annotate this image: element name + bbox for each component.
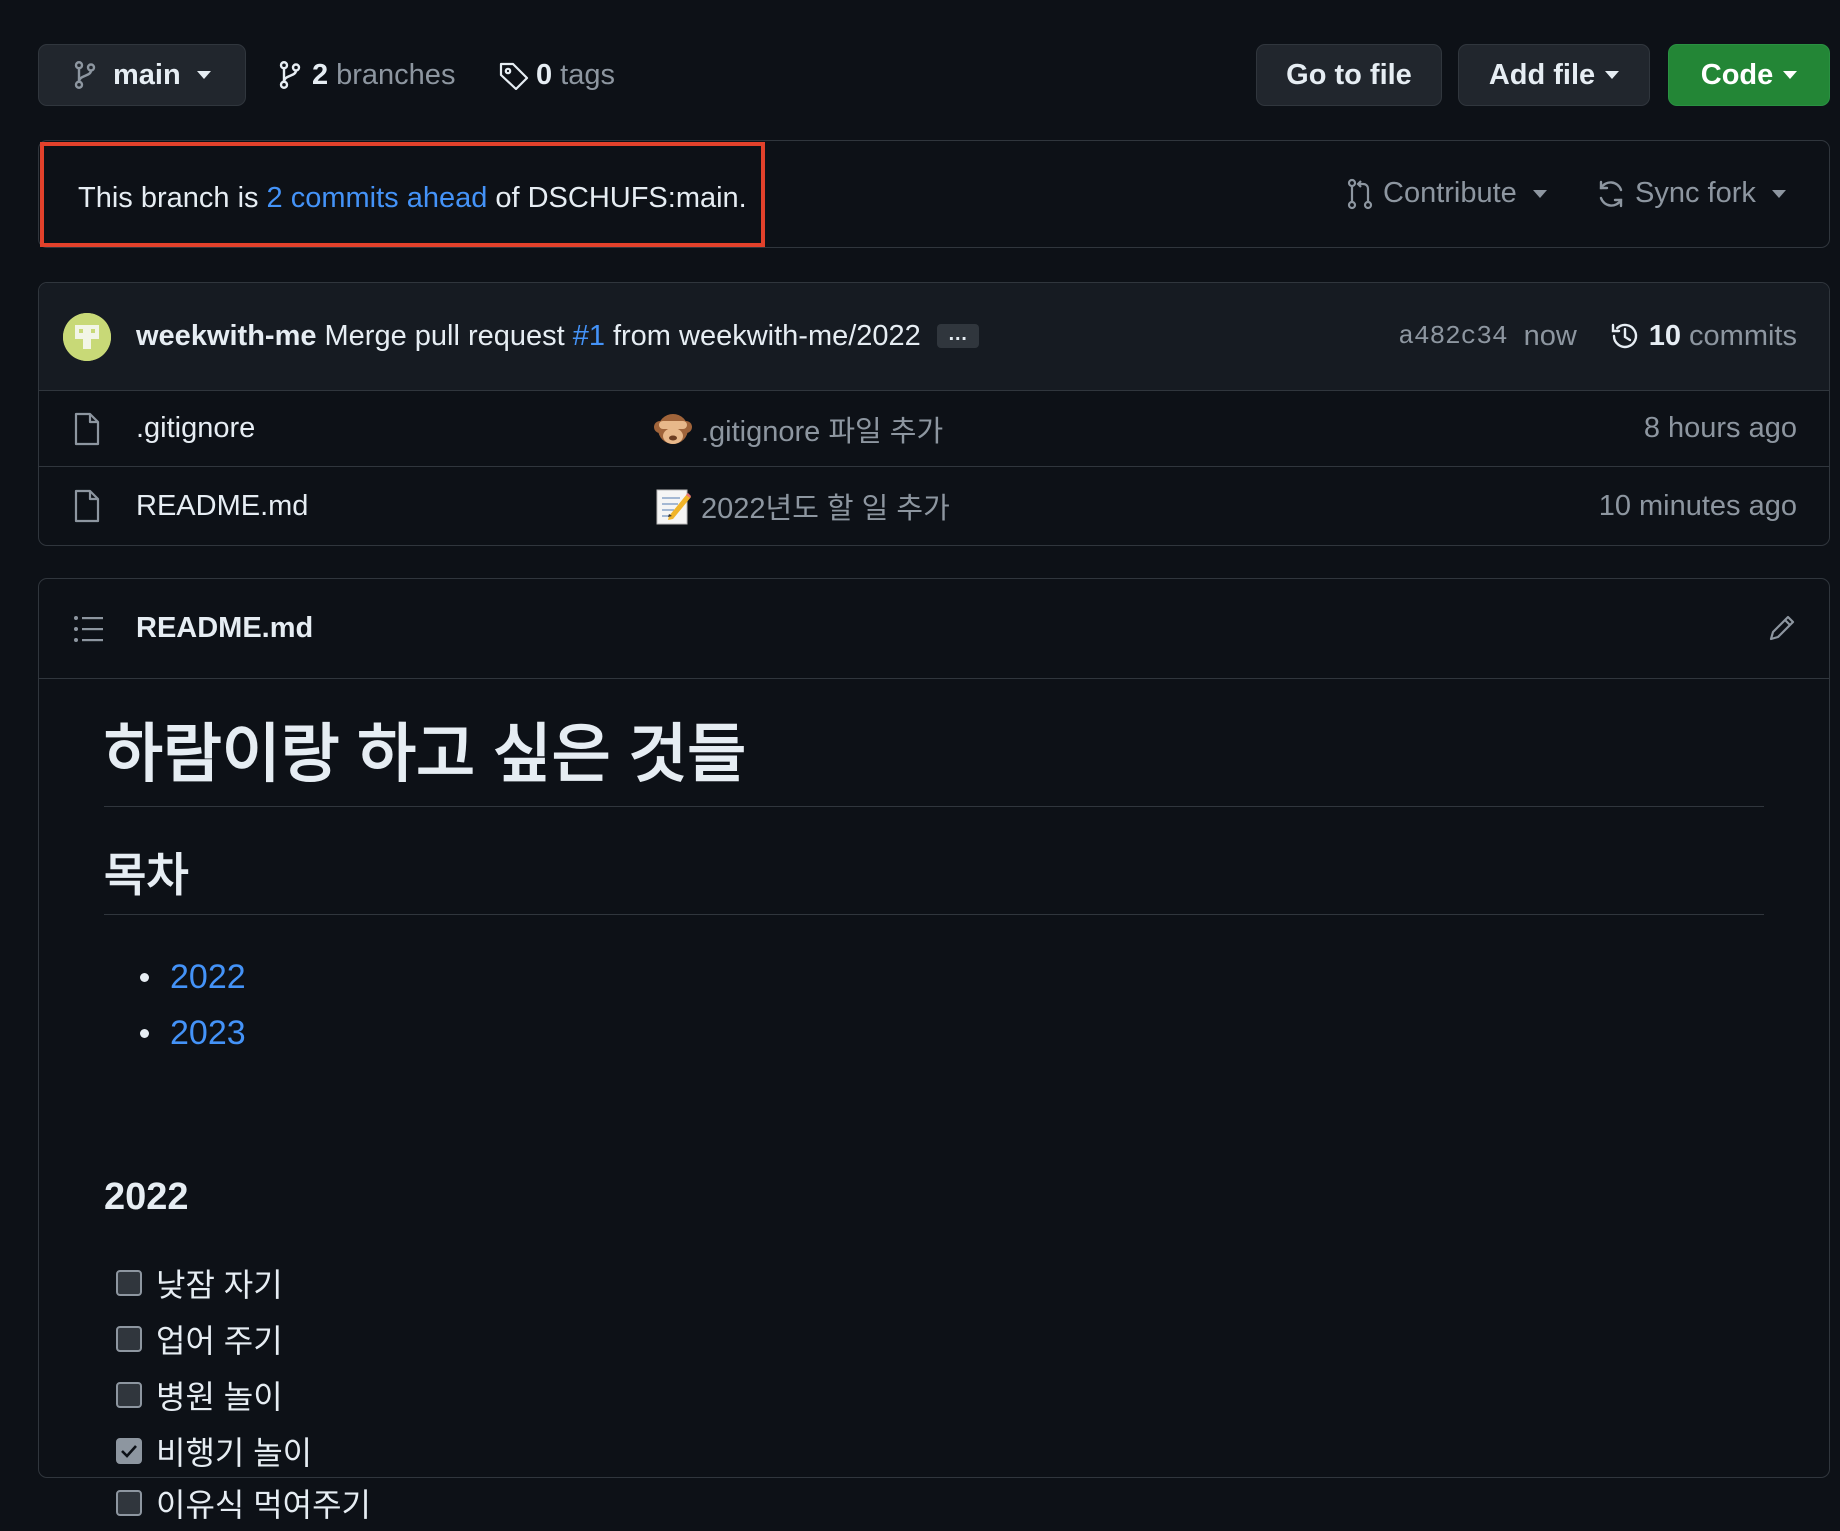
tags-link[interactable]: 0 tags bbox=[498, 44, 615, 106]
branches-count: 2 bbox=[312, 58, 329, 91]
chevron-down-icon bbox=[1783, 71, 1798, 79]
commit-message-end[interactable]: from weekwith-me/2022 bbox=[613, 320, 921, 353]
sync-fork-label: Sync fork bbox=[1635, 177, 1756, 209]
task-label: 비행기 놀이 bbox=[156, 1435, 313, 1471]
commits-label: commits bbox=[1689, 319, 1797, 352]
chevron-down-icon bbox=[196, 71, 211, 79]
file-commit-message[interactable]: .gitignore 파일 추가 bbox=[653, 408, 943, 450]
toc-link-2022[interactable]: 2022 bbox=[170, 958, 246, 997]
chevron-down-icon bbox=[1532, 189, 1547, 198]
branch-status-prefix: This branch is bbox=[78, 182, 259, 214]
task-item: 병원 놀이 bbox=[104, 1367, 283, 1423]
branch-select-button[interactable]: main bbox=[38, 44, 246, 106]
chevron-down-icon bbox=[1605, 71, 1620, 79]
expand-commit-button[interactable]: … bbox=[936, 324, 979, 348]
pencil-icon[interactable] bbox=[1767, 613, 1797, 643]
commit-sha[interactable]: a482c34 bbox=[1398, 321, 1507, 351]
git-branch-icon bbox=[73, 60, 97, 90]
bullet bbox=[140, 972, 149, 982]
avatar[interactable] bbox=[63, 313, 111, 361]
sync-fork-button[interactable]: Sync fork bbox=[1595, 141, 1786, 246]
file-commit-text: .gitignore 파일 추가 bbox=[701, 415, 944, 448]
repo-toolbar: main 2 branches 0 tags Go to file Add fi… bbox=[38, 44, 1830, 108]
task-label: 병원 놀이 bbox=[156, 1379, 283, 1415]
commit-message: weekwith-me Merge pull request #1 from w… bbox=[136, 283, 979, 389]
branches-link[interactable]: 2 branches bbox=[278, 44, 455, 106]
task-checkbox bbox=[116, 1270, 142, 1296]
commits-history-link[interactable]: 10 commits bbox=[1609, 320, 1797, 353]
file-icon bbox=[73, 412, 101, 446]
file-commit-message[interactable]: 2022년도 할 일 추가 bbox=[653, 485, 950, 527]
file-icon bbox=[73, 489, 101, 523]
commit-author[interactable]: weekwith-me bbox=[136, 320, 317, 353]
branch-name: main bbox=[113, 58, 181, 91]
toc-link-2023[interactable]: 2023 bbox=[170, 1014, 246, 1053]
readme-panel: README.md 하람이랑 하고 싶은 것들 목차 2022 2023 202… bbox=[38, 578, 1830, 1523]
file-age: 10 minutes ago bbox=[1598, 489, 1797, 522]
list-item: 2022 bbox=[104, 949, 246, 1005]
highlight-box: This branch is 2 commits ahead of DSCHUF… bbox=[40, 142, 765, 247]
sync-icon bbox=[1595, 178, 1627, 210]
file-name[interactable]: .gitignore bbox=[136, 412, 255, 445]
file-table: weekwith-me Merge pull request #1 from w… bbox=[38, 282, 1830, 546]
bullet bbox=[140, 1028, 149, 1038]
task-item: 비행기 놀이 bbox=[104, 1423, 312, 1479]
check-icon bbox=[121, 1445, 137, 1458]
add-file-button[interactable]: Add file bbox=[1458, 44, 1650, 106]
contribute-button[interactable]: Contribute bbox=[1345, 141, 1547, 246]
chevron-down-icon bbox=[1771, 189, 1786, 198]
section-heading-2022: 2022 bbox=[104, 1176, 189, 1218]
tags-label: tags bbox=[560, 58, 615, 91]
readme-title[interactable]: README.md bbox=[136, 579, 313, 677]
task-item: 업어 주기 bbox=[104, 1311, 283, 1367]
task-label: 이유식 먹여주기 bbox=[156, 1487, 371, 1523]
task-checkbox bbox=[116, 1326, 142, 1352]
commit-time: now bbox=[1523, 319, 1577, 352]
pull-request-link[interactable]: #1 bbox=[573, 320, 605, 353]
readme-header: README.md bbox=[39, 579, 1829, 679]
task-checkbox-checked bbox=[116, 1438, 142, 1464]
memo-icon bbox=[653, 486, 693, 526]
add-file-label: Add file bbox=[1488, 58, 1596, 91]
latest-commit-bar: weekwith-me Merge pull request #1 from w… bbox=[39, 283, 1829, 391]
code-label: Code bbox=[1700, 58, 1774, 91]
contribute-label: Contribute bbox=[1383, 177, 1517, 209]
file-age: 8 hours ago bbox=[1643, 412, 1797, 444]
task-item: 이유식 먹여주기 bbox=[104, 1475, 371, 1531]
task-label: 낮잠 자기 bbox=[156, 1267, 283, 1303]
code-button[interactable]: Code bbox=[1668, 44, 1830, 106]
table-row[interactable]: .gitignore .gitignore 파일 추가 8 hours ago bbox=[39, 391, 1829, 467]
commits-ahead-link[interactable]: 2 commits ahead bbox=[267, 182, 488, 215]
commit-meta: a482c34 now 10 commits bbox=[1398, 283, 1797, 389]
toc-heading: 목차 bbox=[104, 847, 1764, 915]
task-checkbox bbox=[116, 1490, 142, 1516]
list-unordered-icon[interactable] bbox=[73, 615, 105, 643]
task-item: 낮잠 자기 bbox=[104, 1255, 283, 1311]
git-branch-icon bbox=[278, 60, 302, 90]
file-name[interactable]: README.md bbox=[136, 490, 308, 523]
history-icon bbox=[1609, 320, 1641, 352]
file-commit-text: 2022년도 할 일 추가 bbox=[701, 493, 950, 525]
task-label: 업어 주기 bbox=[156, 1323, 283, 1359]
go-to-file-button[interactable]: Go to file bbox=[1256, 44, 1442, 106]
go-to-file-label: Go to file bbox=[1286, 58, 1412, 91]
branches-label: branches bbox=[336, 58, 456, 91]
branch-status-suffix: of DSCHUFS:main. bbox=[495, 182, 747, 214]
branch-status-text: This branch is 2 commits ahead of DSCHUF… bbox=[78, 146, 747, 251]
see-no-evil-monkey-icon bbox=[653, 409, 693, 449]
pull-request-icon bbox=[1345, 178, 1375, 210]
readme-heading: 하람이랑 하고 싶은 것들 bbox=[104, 715, 1764, 807]
commits-count: 10 bbox=[1648, 319, 1682, 352]
list-item: 2023 bbox=[104, 1005, 246, 1061]
commit-message-start[interactable]: Merge pull request bbox=[325, 320, 565, 353]
table-row[interactable]: README.md 2022년도 할 일 추가 10 minutes ago bbox=[39, 468, 1829, 544]
task-checkbox bbox=[116, 1382, 142, 1408]
tags-count: 0 bbox=[536, 58, 553, 91]
tag-icon bbox=[498, 60, 530, 90]
